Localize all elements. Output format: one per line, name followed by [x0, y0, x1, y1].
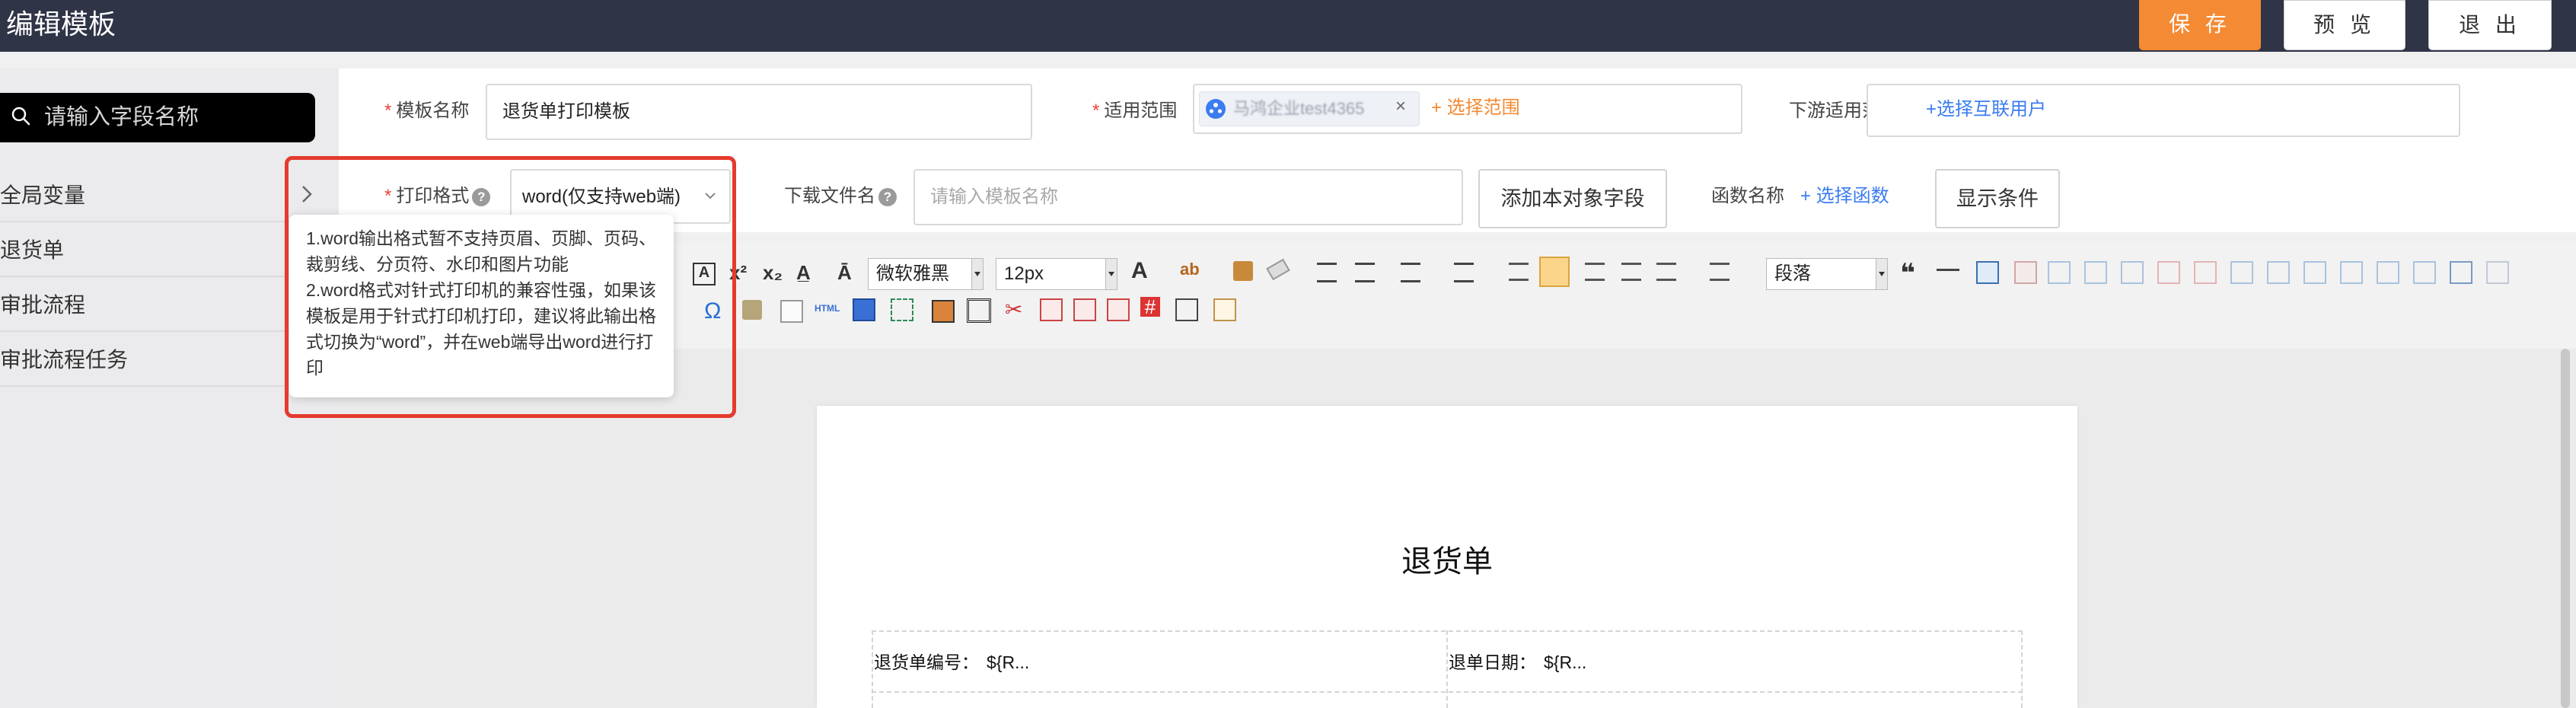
cut-line-icon[interactable]: ✂: [1005, 297, 1025, 321]
select-scope-link[interactable]: + 选择范围: [1431, 96, 1520, 120]
toolbar-row-1: A x² x₂ A̲ Ā 微软雅黑 12px A ab 段落 ❝: [647, 255, 2535, 293]
delete-table-icon[interactable]: [2014, 261, 2037, 284]
split-cols-icon[interactable]: [2413, 261, 2436, 284]
align-center-icon[interactable]: [1539, 257, 1570, 287]
page-number-icon[interactable]: #: [1140, 297, 1160, 317]
subscript-icon[interactable]: x₂: [763, 261, 783, 284]
cell-variable: ${R...: [1544, 652, 1587, 672]
font-family-value: 微软雅黑: [876, 263, 949, 284]
select-function-link[interactable]: + 选择函数: [1800, 184, 1889, 209]
split-cells-icon[interactable]: [2340, 261, 2363, 284]
select-partner-users-link[interactable]: +选择互联用户: [1926, 97, 2046, 122]
enterprise-icon: [1206, 99, 1226, 119]
insert-image-icon[interactable]: [932, 300, 955, 323]
align-right-icon[interactable]: [1585, 263, 1605, 281]
insert-table-icon[interactable]: [1976, 261, 1999, 284]
highlight-color-icon[interactable]: ab: [1180, 260, 1200, 279]
delete-row-icon[interactable]: [2157, 261, 2180, 284]
print-icon[interactable]: [1175, 298, 1198, 321]
table-cell[interactable]: 退单日期： ${R...: [1449, 651, 1586, 674]
table-cell[interactable]: 退货单编号： ${R...: [874, 651, 1029, 674]
cell-properties-icon[interactable]: [2486, 261, 2509, 284]
paragraph-format-select[interactable]: 段落: [1766, 258, 1888, 290]
insert-col-icon[interactable]: [2121, 261, 2144, 284]
vertical-scrollbar[interactable]: [2561, 349, 2570, 708]
format-match-icon[interactable]: A̲: [796, 261, 816, 284]
save-button[interactable]: 保 存: [2139, 0, 2261, 50]
paste-icon[interactable]: [742, 300, 762, 320]
template-name-label: * 模板名称: [384, 100, 470, 121]
column-layout-icon[interactable]: [853, 298, 875, 321]
help-icon[interactable]: ?: [878, 187, 897, 206]
search-icon: [11, 107, 30, 126]
template-name-input[interactable]: 退货单打印模板: [486, 84, 1032, 140]
toolbar-row-2: Ω HTML ✂ #: [647, 295, 1332, 326]
field-search-input[interactable]: [43, 93, 309, 142]
unordered-list-icon[interactable]: [1710, 263, 1730, 281]
paragraph-format-value: 段落: [1774, 263, 1811, 284]
page-break-icon[interactable]: [1040, 298, 1063, 321]
tag-close-icon[interactable]: ×: [1395, 94, 1406, 119]
cell-variable: ${R...: [987, 652, 1030, 672]
scope-label: * 适用范围: [1092, 100, 1178, 121]
font-size-value: 12px: [1004, 263, 1044, 284]
merge-right-icon[interactable]: [2267, 261, 2290, 284]
horizontal-rule-icon[interactable]: [1937, 269, 1959, 271]
watermark-icon[interactable]: [1213, 298, 1236, 321]
line-height-icon[interactable]: [1355, 263, 1375, 282]
paragraph-spacing-icon[interactable]: [1401, 263, 1420, 282]
ordered-list-icon[interactable]: [1656, 263, 1676, 281]
annotation-highlight-box: [285, 156, 736, 418]
eraser-icon[interactable]: [1266, 258, 1290, 281]
cell-label: 退单日期：: [1449, 652, 1536, 672]
font-size-select[interactable]: 12px: [996, 258, 1117, 290]
page-title: 编辑模板: [6, 8, 116, 40]
align-left-icon[interactable]: [1509, 263, 1529, 281]
header-icon[interactable]: [1073, 298, 1096, 321]
format-painter-icon[interactable]: [1233, 261, 1253, 281]
align-justify-icon[interactable]: [1621, 263, 1641, 281]
indent-icon[interactable]: [1454, 263, 1474, 282]
sidebar-item-label: 审批流程任务: [0, 348, 129, 372]
sidebar-item-label: 退货单: [0, 238, 65, 262]
document-title[interactable]: 退货单: [817, 537, 2077, 581]
font-family-select[interactable]: 微软雅黑: [868, 258, 984, 290]
blank-page-icon[interactable]: [780, 300, 803, 323]
qrcode-icon[interactable]: [967, 298, 991, 323]
delete-col-icon[interactable]: [2194, 261, 2217, 284]
table-column-divider: [1446, 630, 1448, 708]
sidebar-item-label: 审批流程: [0, 293, 86, 317]
download-filename-label: 下载文件名?: [784, 184, 897, 209]
merge-cells-icon[interactable]: [2230, 261, 2253, 284]
function-name-label: 函数名称: [1711, 186, 1784, 206]
html-icon[interactable]: HTML: [815, 303, 845, 323]
split-rows-icon[interactable]: [2377, 261, 2399, 284]
insert-row-before-icon[interactable]: [2048, 261, 2071, 284]
table-properties-icon[interactable]: [2450, 261, 2472, 284]
exit-button[interactable]: 退 出: [2428, 0, 2552, 50]
show-condition-button[interactable]: 显示条件: [1935, 169, 2060, 228]
preview-button[interactable]: 预 览: [2284, 0, 2405, 50]
sidebar-item-label: 全局变量: [0, 183, 86, 207]
font-color-icon[interactable]: A: [1131, 258, 1151, 283]
cell-label: 退货单编号：: [874, 652, 979, 672]
insert-paragraph-icon[interactable]: [1317, 263, 1337, 282]
insert-row-after-icon[interactable]: [2084, 261, 2107, 284]
download-filename-input[interactable]: 请输入模板名称: [913, 169, 1463, 225]
scope-tag-text: 马鸿企业test4365: [1233, 99, 1365, 118]
autotypeset-icon[interactable]: Ā: [837, 261, 857, 284]
table-row-divider: [872, 691, 2023, 693]
merge-down-icon[interactable]: [2303, 261, 2326, 284]
footer-icon[interactable]: [1107, 298, 1130, 321]
blockquote-icon[interactable]: ❝: [1900, 258, 1920, 288]
select-all-icon[interactable]: [891, 298, 913, 321]
add-object-field-button[interactable]: 添加本对象字段: [1478, 169, 1667, 228]
